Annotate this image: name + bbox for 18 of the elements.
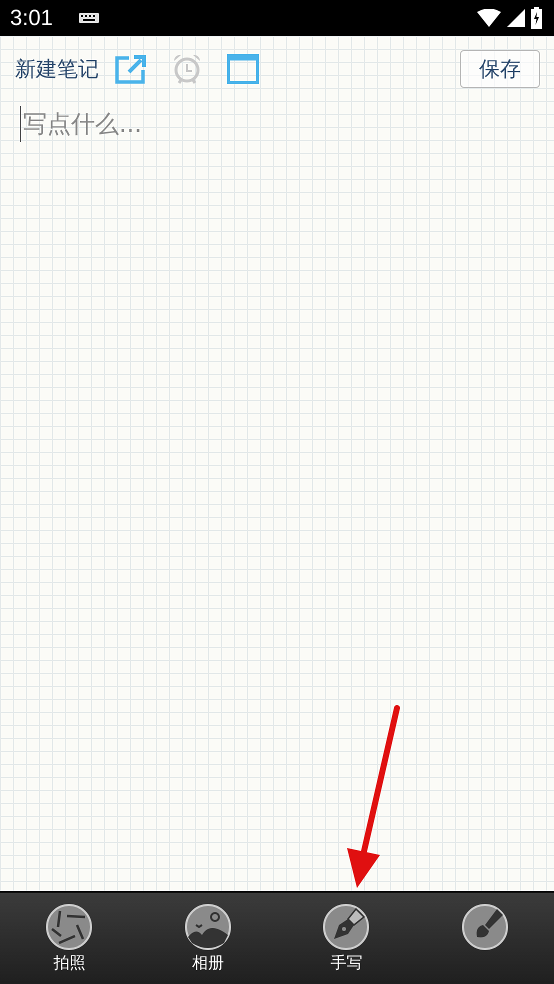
note-input-field[interactable]: 写点什么... xyxy=(20,106,539,142)
battery-icon xyxy=(531,7,542,29)
share-icon[interactable] xyxy=(115,54,147,84)
window-icon[interactable] xyxy=(227,54,259,84)
signal-icon xyxy=(507,9,525,27)
landscape-icon xyxy=(184,903,232,951)
status-time: 3:01 xyxy=(10,5,53,31)
pen-nib-icon xyxy=(322,903,370,951)
toolbar-tool[interactable]: 相册 xyxy=(158,893,258,984)
wifi-icon xyxy=(477,9,501,27)
toolbar-tool[interactable]: 拍照 xyxy=(19,893,120,984)
brush-icon xyxy=(460,903,509,951)
aperture-icon xyxy=(45,903,94,951)
save-button[interactable]: 保存 xyxy=(460,50,540,88)
note-title: 新建笔记 xyxy=(15,56,99,83)
alarm-clock-icon[interactable] xyxy=(171,52,203,86)
keyboard-icon xyxy=(78,13,99,23)
toolbar-tool[interactable]: 手写 xyxy=(296,893,396,984)
